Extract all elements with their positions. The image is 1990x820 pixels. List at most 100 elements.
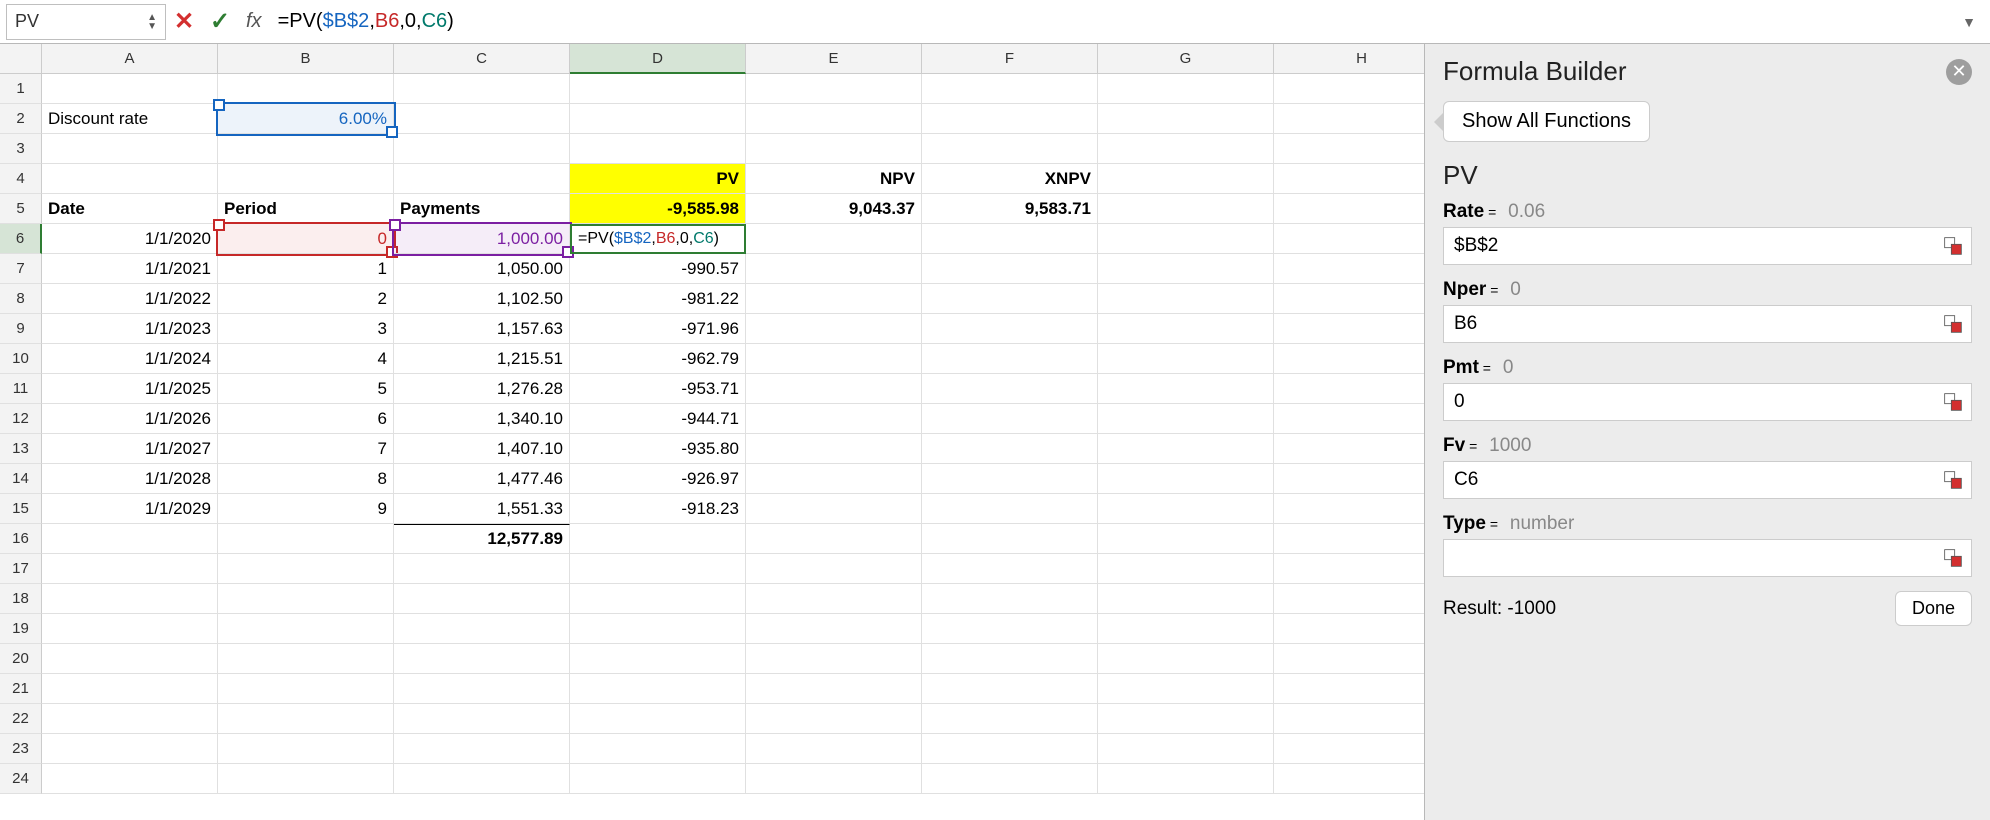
- cell[interactable]: [218, 644, 394, 674]
- period-cell[interactable]: 9: [218, 494, 394, 524]
- cell[interactable]: [570, 614, 746, 644]
- header-date[interactable]: Date: [42, 194, 218, 224]
- payment-cell[interactable]: 1,340.10: [394, 404, 570, 434]
- cell[interactable]: [570, 524, 746, 554]
- cell[interactable]: [746, 134, 922, 164]
- cell[interactable]: [42, 764, 218, 794]
- header-pv[interactable]: PV: [570, 164, 746, 194]
- cell[interactable]: [1274, 404, 1424, 434]
- date-cell[interactable]: 1/1/2028: [42, 464, 218, 494]
- cell[interactable]: [1098, 134, 1274, 164]
- done-button[interactable]: Done: [1895, 591, 1972, 626]
- cell[interactable]: [1274, 674, 1424, 704]
- cell[interactable]: [570, 134, 746, 164]
- cell[interactable]: [746, 734, 922, 764]
- cell[interactable]: [922, 74, 1098, 104]
- cell[interactable]: [1098, 494, 1274, 524]
- range-selector-icon[interactable]: [1939, 310, 1967, 338]
- payment-cell[interactable]: 1,050.00: [394, 254, 570, 284]
- cell[interactable]: [1098, 554, 1274, 584]
- payment-cell[interactable]: 1,215.51: [394, 344, 570, 374]
- date-cell[interactable]: 1/1/2024: [42, 344, 218, 374]
- cell[interactable]: [394, 764, 570, 794]
- date-cell[interactable]: 1/1/2020: [42, 224, 218, 254]
- date-cell[interactable]: 1/1/2029: [42, 494, 218, 524]
- cell[interactable]: [218, 584, 394, 614]
- date-cell[interactable]: 1/1/2025: [42, 374, 218, 404]
- cell[interactable]: [746, 434, 922, 464]
- cell[interactable]: [42, 644, 218, 674]
- discount-rate-value[interactable]: 6.00%: [218, 104, 394, 134]
- discount-rate-label[interactable]: Discount rate: [42, 104, 218, 134]
- cell[interactable]: [42, 584, 218, 614]
- cell[interactable]: [746, 74, 922, 104]
- cell[interactable]: [1098, 74, 1274, 104]
- column-header-D[interactable]: D: [570, 44, 746, 74]
- header-xnpv[interactable]: XNPV: [922, 164, 1098, 194]
- period-cell[interactable]: 4: [218, 344, 394, 374]
- cell[interactable]: [746, 584, 922, 614]
- row-header-16[interactable]: 16: [0, 524, 42, 554]
- row-header-5[interactable]: 5: [0, 194, 42, 224]
- cell[interactable]: [1274, 554, 1424, 584]
- row-header-14[interactable]: 14: [0, 464, 42, 494]
- row-header-10[interactable]: 10: [0, 344, 42, 374]
- cell[interactable]: [922, 134, 1098, 164]
- cell[interactable]: [1098, 764, 1274, 794]
- cell[interactable]: [746, 404, 922, 434]
- cell[interactable]: [218, 704, 394, 734]
- cell[interactable]: [570, 764, 746, 794]
- cell[interactable]: [394, 584, 570, 614]
- date-cell[interactable]: 1/1/2022: [42, 284, 218, 314]
- cell[interactable]: [922, 614, 1098, 644]
- cell[interactable]: [570, 644, 746, 674]
- cell[interactable]: [922, 104, 1098, 134]
- column-header-A[interactable]: A: [42, 44, 218, 74]
- row-header-20[interactable]: 20: [0, 644, 42, 674]
- xnpv-total[interactable]: 9,583.71: [922, 194, 1098, 224]
- cell[interactable]: [42, 614, 218, 644]
- editing-cell[interactable]: =PV($B$2,B6,0,C6): [570, 224, 746, 254]
- cell[interactable]: [746, 614, 922, 644]
- pv-cell[interactable]: -918.23: [570, 494, 746, 524]
- header-payments[interactable]: Payments: [394, 194, 570, 224]
- cell[interactable]: [922, 554, 1098, 584]
- cell[interactable]: [1098, 674, 1274, 704]
- period-cell[interactable]: 3: [218, 314, 394, 344]
- period-cell[interactable]: 7: [218, 434, 394, 464]
- cell[interactable]: [1274, 224, 1424, 254]
- cell[interactable]: [1274, 254, 1424, 284]
- cell[interactable]: [42, 74, 218, 104]
- cell[interactable]: [1274, 524, 1424, 554]
- cell[interactable]: [746, 704, 922, 734]
- cell[interactable]: [922, 374, 1098, 404]
- range-selector-icon[interactable]: [1939, 466, 1967, 494]
- cell[interactable]: [1274, 344, 1424, 374]
- row-header-19[interactable]: 19: [0, 614, 42, 644]
- pv-cell[interactable]: -971.96: [570, 314, 746, 344]
- cell[interactable]: [746, 254, 922, 284]
- cell[interactable]: [922, 764, 1098, 794]
- arg-input-nper[interactable]: [1444, 313, 1939, 335]
- cell[interactable]: [218, 134, 394, 164]
- cell[interactable]: [394, 644, 570, 674]
- payment-cell[interactable]: 1,551.33: [394, 494, 570, 524]
- spreadsheet[interactable]: ABCDEFGH 1234567891011121314151617181920…: [0, 44, 1424, 820]
- cell[interactable]: [1098, 524, 1274, 554]
- cell[interactable]: [42, 734, 218, 764]
- cell[interactable]: [394, 134, 570, 164]
- period-cell[interactable]: 2: [218, 284, 394, 314]
- cell[interactable]: [1274, 614, 1424, 644]
- cell[interactable]: [1274, 764, 1424, 794]
- name-box[interactable]: PV ▲▼: [6, 4, 166, 40]
- cell[interactable]: [746, 554, 922, 584]
- row-header-3[interactable]: 3: [0, 134, 42, 164]
- cell[interactable]: [218, 614, 394, 644]
- cell[interactable]: [922, 524, 1098, 554]
- row-header-17[interactable]: 17: [0, 554, 42, 584]
- period-cell[interactable]: 8: [218, 464, 394, 494]
- cell[interactable]: [922, 224, 1098, 254]
- row-header-11[interactable]: 11: [0, 374, 42, 404]
- cell[interactable]: [1098, 584, 1274, 614]
- cell[interactable]: [1098, 194, 1274, 224]
